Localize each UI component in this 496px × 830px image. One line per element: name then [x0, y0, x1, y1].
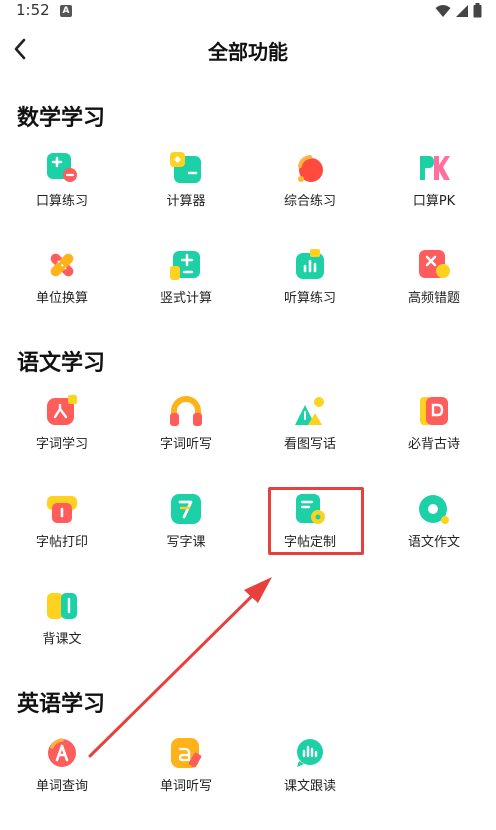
pointer-arrow [88, 577, 272, 758]
